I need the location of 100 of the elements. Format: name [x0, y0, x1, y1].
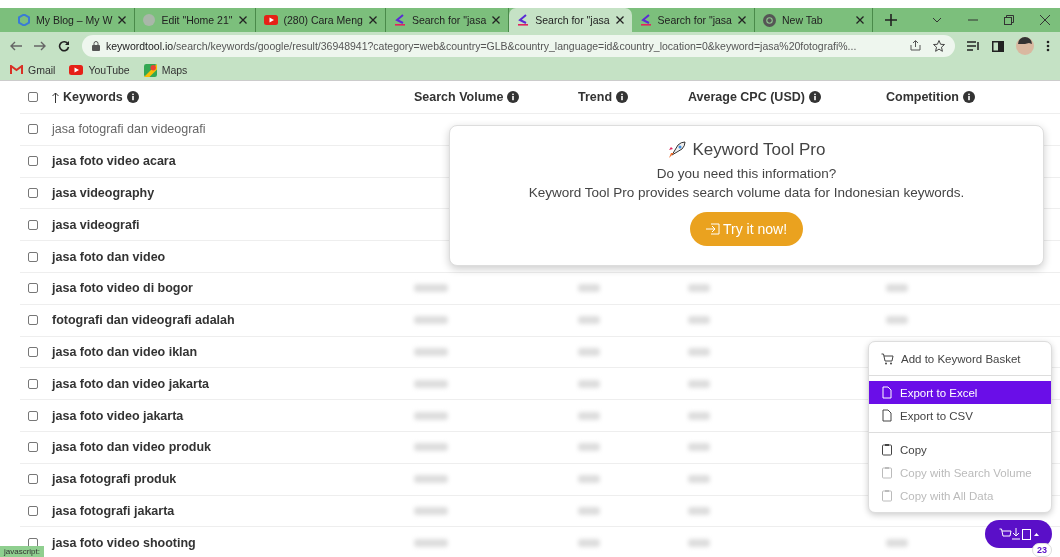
row-checkbox[interactable] — [28, 315, 38, 326]
k-logo-icon — [393, 14, 406, 26]
forward-icon[interactable] — [34, 41, 46, 51]
keyword-cell: jasa fotografi dan videografi — [52, 122, 206, 137]
row-checkbox[interactable] — [28, 346, 38, 357]
close-tab-icon[interactable] — [615, 16, 624, 24]
blurred-value — [688, 538, 710, 547]
popup-question: Do you need this information? — [656, 166, 837, 181]
row-checkbox[interactable] — [28, 410, 38, 421]
clipboard-icon — [881, 466, 893, 479]
close-tab-icon[interactable] — [492, 16, 501, 24]
info-icon[interactable] — [126, 91, 139, 103]
blurred-value — [578, 347, 600, 356]
select-all-checkbox[interactable] — [28, 92, 38, 102]
blurred-value — [578, 411, 600, 420]
popup-title: Keyword Tool Pro — [692, 140, 826, 160]
restore-icon[interactable] — [1004, 15, 1014, 25]
export-fab-button[interactable] — [985, 520, 1052, 548]
star-icon[interactable] — [933, 40, 945, 52]
reload-icon[interactable] — [58, 40, 70, 52]
close-tab-icon[interactable] — [118, 16, 127, 24]
keyword-cell: jasa videografi — [52, 217, 140, 232]
info-icon[interactable] — [507, 91, 520, 103]
bookmark[interactable]: YouTube — [69, 64, 130, 76]
row-checkbox[interactable] — [28, 283, 38, 294]
cart-icon — [881, 352, 894, 365]
keyword-cell: fotografi dan videografi adalah — [52, 313, 235, 328]
count-badge: 23 — [1032, 543, 1052, 557]
close-tab-icon[interactable] — [737, 16, 746, 24]
keyword-cell: jasa foto video shooting — [52, 535, 196, 550]
column-header[interactable]: Trend — [578, 90, 613, 104]
row-checkbox[interactable] — [28, 251, 38, 262]
k-logo-icon — [517, 14, 530, 26]
keyword-cell: jasa foto video jakarta — [52, 408, 184, 423]
close-tab-icon[interactable] — [855, 16, 864, 24]
address-bar[interactable]: keywordtool.io/search/keywords/google/result/36948941?category=web&country=GLB&country_language=id&country_location=0&keyword=jasa%20fotografi%... — [82, 35, 955, 57]
blurred-value — [688, 379, 710, 388]
avatar-icon[interactable] — [1016, 37, 1034, 55]
close-tab-icon[interactable] — [238, 16, 247, 24]
chevron-down-icon[interactable] — [932, 17, 942, 23]
clipboard-icon — [881, 443, 893, 456]
row-checkbox[interactable] — [28, 474, 38, 485]
clipboard-icon — [881, 489, 893, 502]
info-icon[interactable] — [616, 91, 629, 103]
menu-item[interactable]: Copy — [869, 438, 1051, 461]
blurred-value — [688, 347, 710, 356]
sign-in-icon — [705, 223, 720, 235]
blurred-value — [578, 316, 600, 325]
blurred-value — [688, 411, 710, 420]
row-checkbox[interactable] — [28, 378, 38, 389]
keyword-cell: jasa fotografi jakarta — [52, 503, 175, 518]
column-header[interactable]: Keywords — [63, 90, 123, 104]
new-tab-icon[interactable] — [884, 14, 897, 26]
column-header[interactable]: Average CPC (USD) — [688, 90, 805, 104]
row-checkbox[interactable] — [28, 219, 38, 230]
info-icon[interactable] — [808, 91, 821, 103]
info-icon[interactable] — [962, 91, 975, 103]
keyword-cell: jasa fotografi produk — [52, 472, 177, 487]
share-icon[interactable] — [910, 40, 921, 51]
blurred-value — [578, 379, 600, 388]
circle-icon — [143, 14, 156, 26]
popup-text: Keyword Tool Pro provides search volume data for Indonesian keywords. — [528, 185, 965, 200]
close-tab-icon[interactable] — [368, 16, 377, 24]
media-queue-icon[interactable] — [967, 40, 980, 52]
row-checkbox[interactable] — [28, 188, 38, 198]
blurred-value — [688, 284, 710, 293]
bookmark[interactable]: Gmail — [10, 64, 56, 76]
lock-icon — [92, 41, 100, 51]
blurred-value — [578, 475, 600, 484]
blurred-value — [578, 506, 600, 515]
more-icon[interactable] — [1046, 40, 1050, 52]
rocket-icon — [667, 141, 686, 159]
blurred-value — [688, 316, 710, 325]
keyword-cell: jasa foto video di bogor — [52, 281, 193, 296]
row-checkbox[interactable] — [28, 442, 38, 453]
youtube-icon — [263, 15, 278, 25]
keyword-cell: jasa foto dan video — [52, 249, 166, 264]
browser-tab[interactable]: Search for "jasa — [509, 8, 632, 32]
back-icon[interactable] — [10, 41, 22, 51]
menu-item[interactable]: Export to Excel — [869, 381, 1051, 404]
row-checkbox[interactable] — [28, 124, 38, 135]
maps-icon — [143, 63, 157, 77]
column-header[interactable]: Competition — [886, 90, 959, 104]
chrome-icon — [762, 13, 776, 27]
blurred-value — [688, 506, 710, 515]
close-icon[interactable] — [1040, 15, 1050, 25]
gmail-icon — [10, 65, 23, 75]
keyword-cell: jasa foto dan video iklan — [52, 344, 198, 359]
side-panel-icon[interactable] — [992, 40, 1004, 52]
hexagon-icon — [18, 14, 30, 26]
row-checkbox[interactable] — [28, 156, 38, 167]
k-logo-icon — [639, 14, 652, 26]
cart-download-copy-icon — [998, 527, 1039, 541]
sort-arrow-icon[interactable] — [52, 91, 59, 103]
blurred-value — [688, 475, 710, 484]
column-header[interactable]: Search Volume — [414, 90, 504, 104]
menu-item[interactable]: Export to CSV — [869, 404, 1051, 427]
row-checkbox[interactable] — [28, 505, 38, 516]
bookmark[interactable]: Maps — [143, 63, 188, 77]
menu-item[interactable]: Add to Keyword Basket — [869, 347, 1051, 370]
